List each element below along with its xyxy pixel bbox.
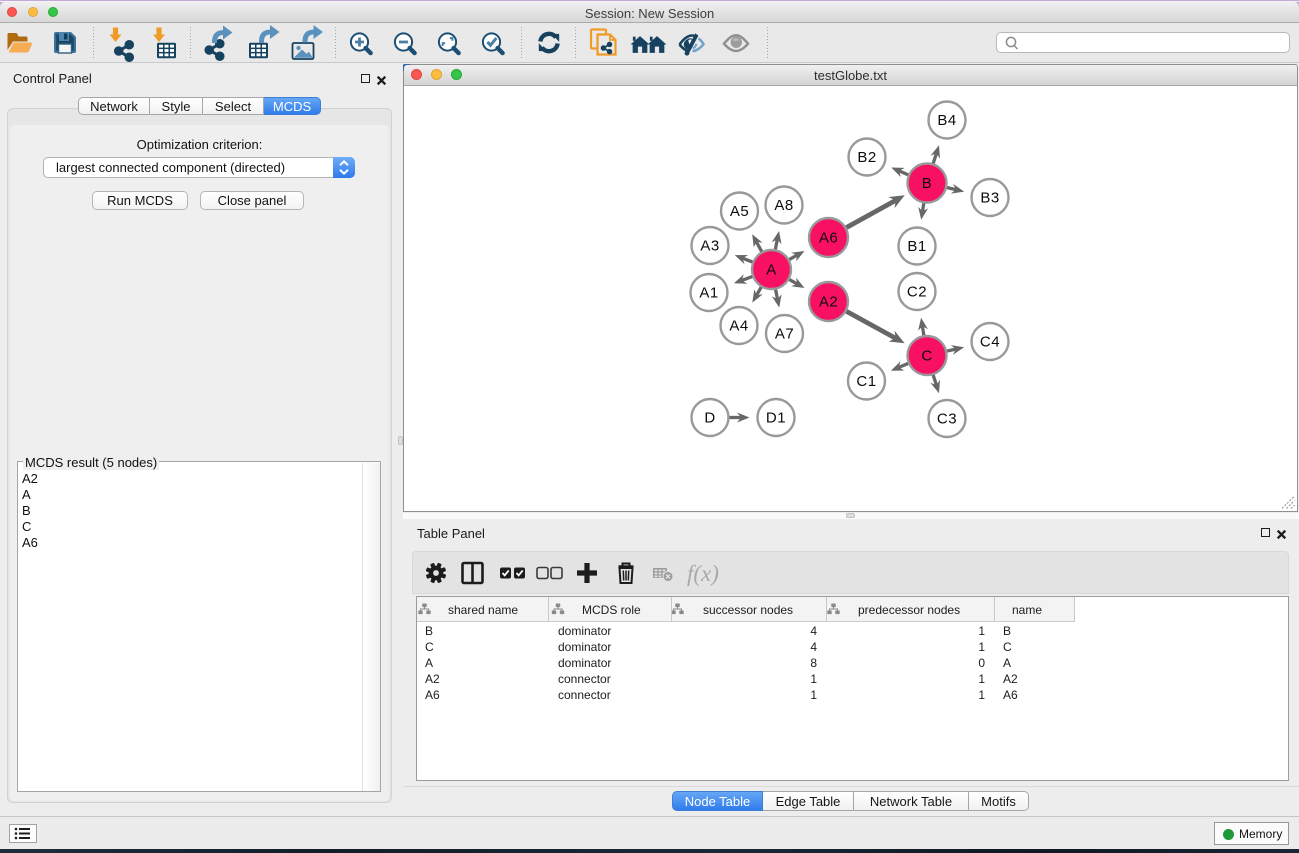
svg-text:A6: A6 [819, 230, 838, 247]
svg-text:D: D [704, 410, 715, 427]
svg-text:A2: A2 [819, 294, 838, 311]
svg-text:A1: A1 [699, 285, 718, 302]
svg-text:A: A [766, 262, 777, 279]
svg-text:A7: A7 [775, 326, 794, 343]
svg-text:C3: C3 [937, 411, 957, 428]
svg-text:A3: A3 [700, 238, 719, 255]
svg-text:A5: A5 [730, 203, 749, 220]
svg-text:D1: D1 [766, 410, 786, 427]
svg-text:B3: B3 [980, 190, 999, 207]
svg-text:A8: A8 [774, 197, 793, 214]
svg-text:C2: C2 [907, 284, 927, 301]
svg-text:f(x): f(x) [687, 561, 719, 586]
svg-text:B2: B2 [857, 149, 876, 166]
svg-text:C1: C1 [856, 373, 876, 390]
svg-text:B: B [922, 175, 933, 192]
svg-text:A4: A4 [729, 318, 748, 335]
svg-text:B1: B1 [907, 238, 926, 255]
svg-text:B4: B4 [937, 112, 956, 129]
svg-text:C4: C4 [980, 334, 1000, 351]
svg-text:C: C [921, 348, 932, 365]
